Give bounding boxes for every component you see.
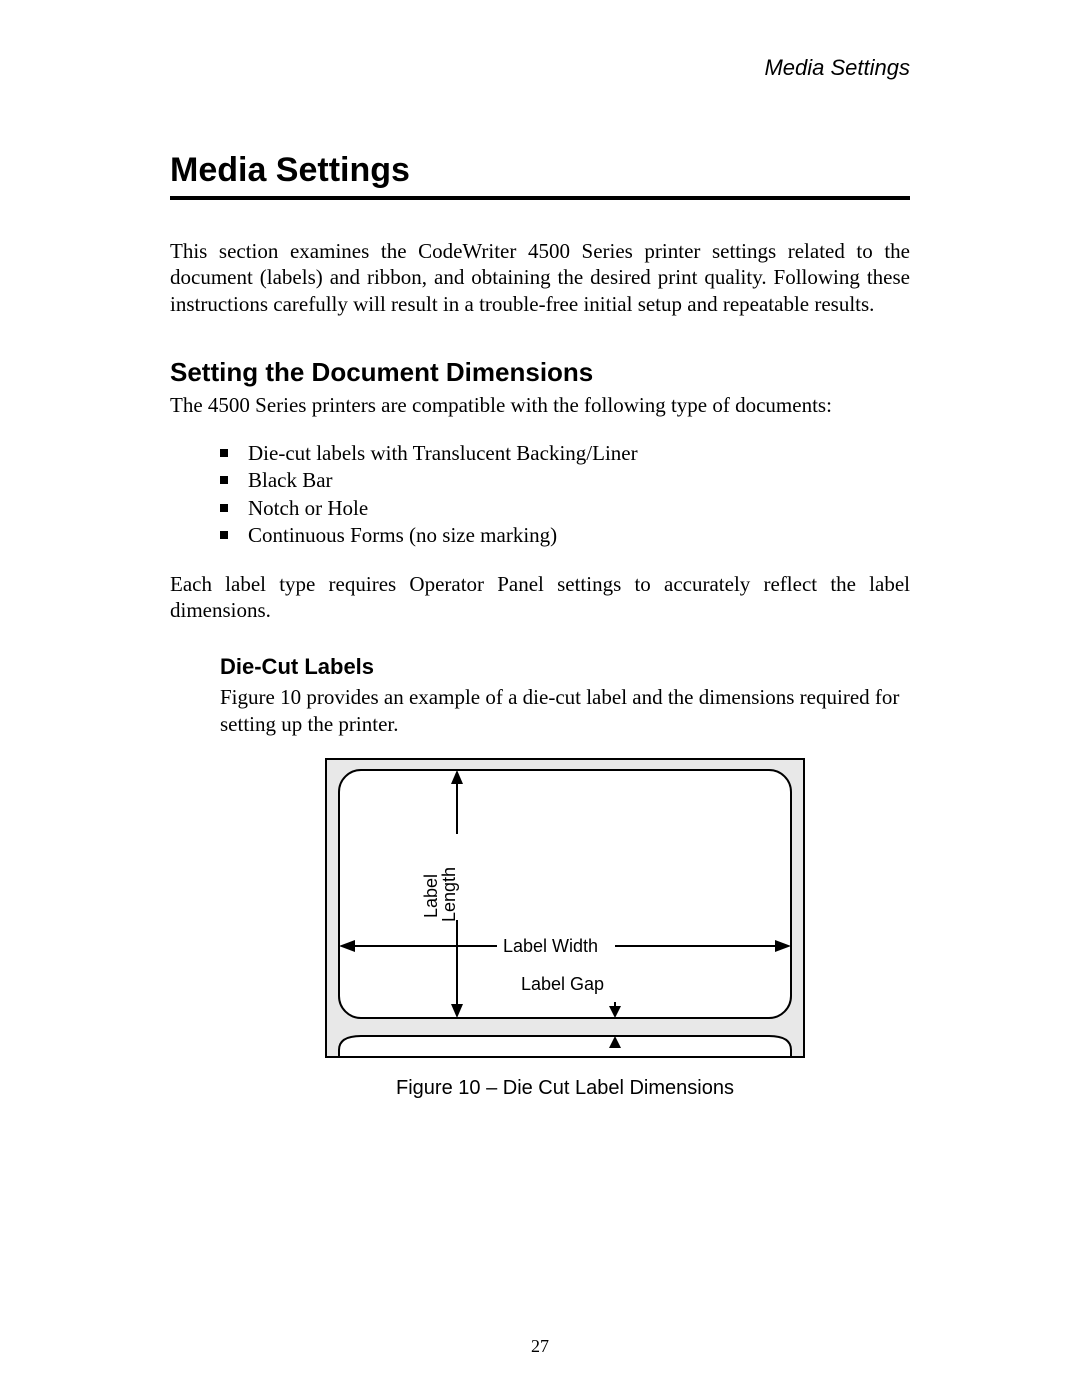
list-item: Continuous Forms (no size marking) [220,522,910,549]
figure: Label Length Label Width Label Gap Figur… [220,758,910,1100]
subsection: Die-Cut Labels Figure 10 provides an exa… [220,654,910,1101]
subsection-text: Figure 10 provides an example of a die-c… [220,684,910,739]
label-width-text: Label Width [503,936,598,956]
label-gap-text: Label Gap [521,974,604,994]
title-rule [170,196,910,200]
figure-caption: Figure 10 – Die Cut Label Dimensions [220,1077,910,1100]
page: Media Settings Media Settings This secti… [0,0,1080,1397]
page-number: 27 [0,1336,1080,1357]
section-lead: The 4500 Series printers are compatible … [170,392,910,418]
die-cut-label-diagram: Label Length Label Width Label Gap [325,758,805,1058]
list-item: Black Bar [220,467,910,494]
label-length-text-2: Length [439,867,459,922]
subsection-heading: Die-Cut Labels [220,654,910,680]
section-trail: Each label type requires Operator Panel … [170,571,910,624]
page-title: Media Settings [170,151,910,190]
list-item: Notch or Hole [220,495,910,522]
label-length-text: Label [421,874,441,918]
intro-paragraph: This section examines the CodeWriter 450… [170,238,910,317]
section-heading: Setting the Document Dimensions [170,357,910,388]
document-type-list: Die-cut labels with Translucent Backing/… [220,440,910,549]
list-item: Die-cut labels with Translucent Backing/… [220,440,910,467]
running-head: Media Settings [170,55,910,81]
